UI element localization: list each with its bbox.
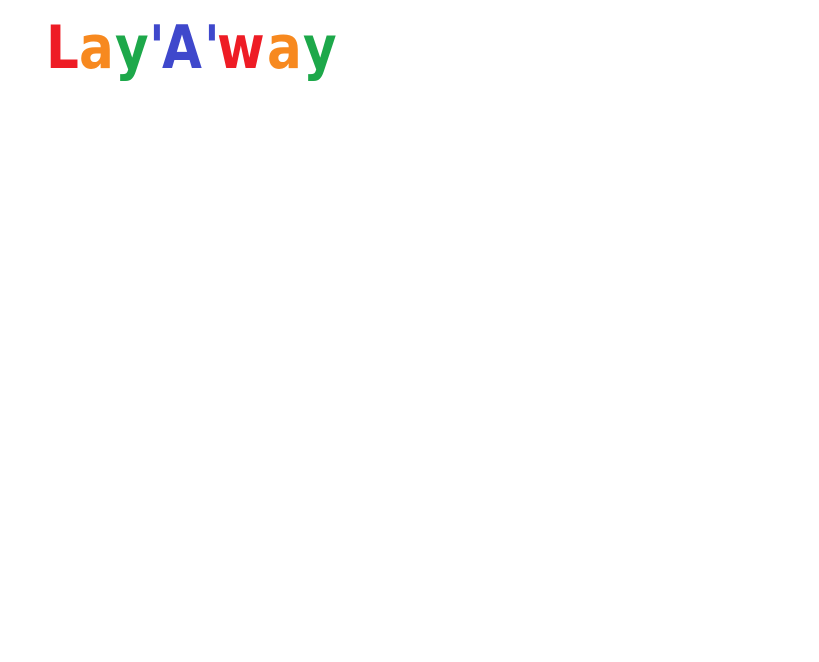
logo-letter: w <box>217 13 265 83</box>
logo-letter: a <box>79 13 114 83</box>
logo-letter: y <box>114 13 149 83</box>
page-canvas: L a y ' A ' w a y <box>0 0 819 662</box>
logo-letter: a <box>267 13 302 83</box>
brand-logo-link[interactable]: L a y ' A ' w a y <box>46 18 337 82</box>
logo-letter: L <box>46 13 79 83</box>
logo-letter: A <box>162 13 202 83</box>
logo-letter: y <box>302 13 337 83</box>
